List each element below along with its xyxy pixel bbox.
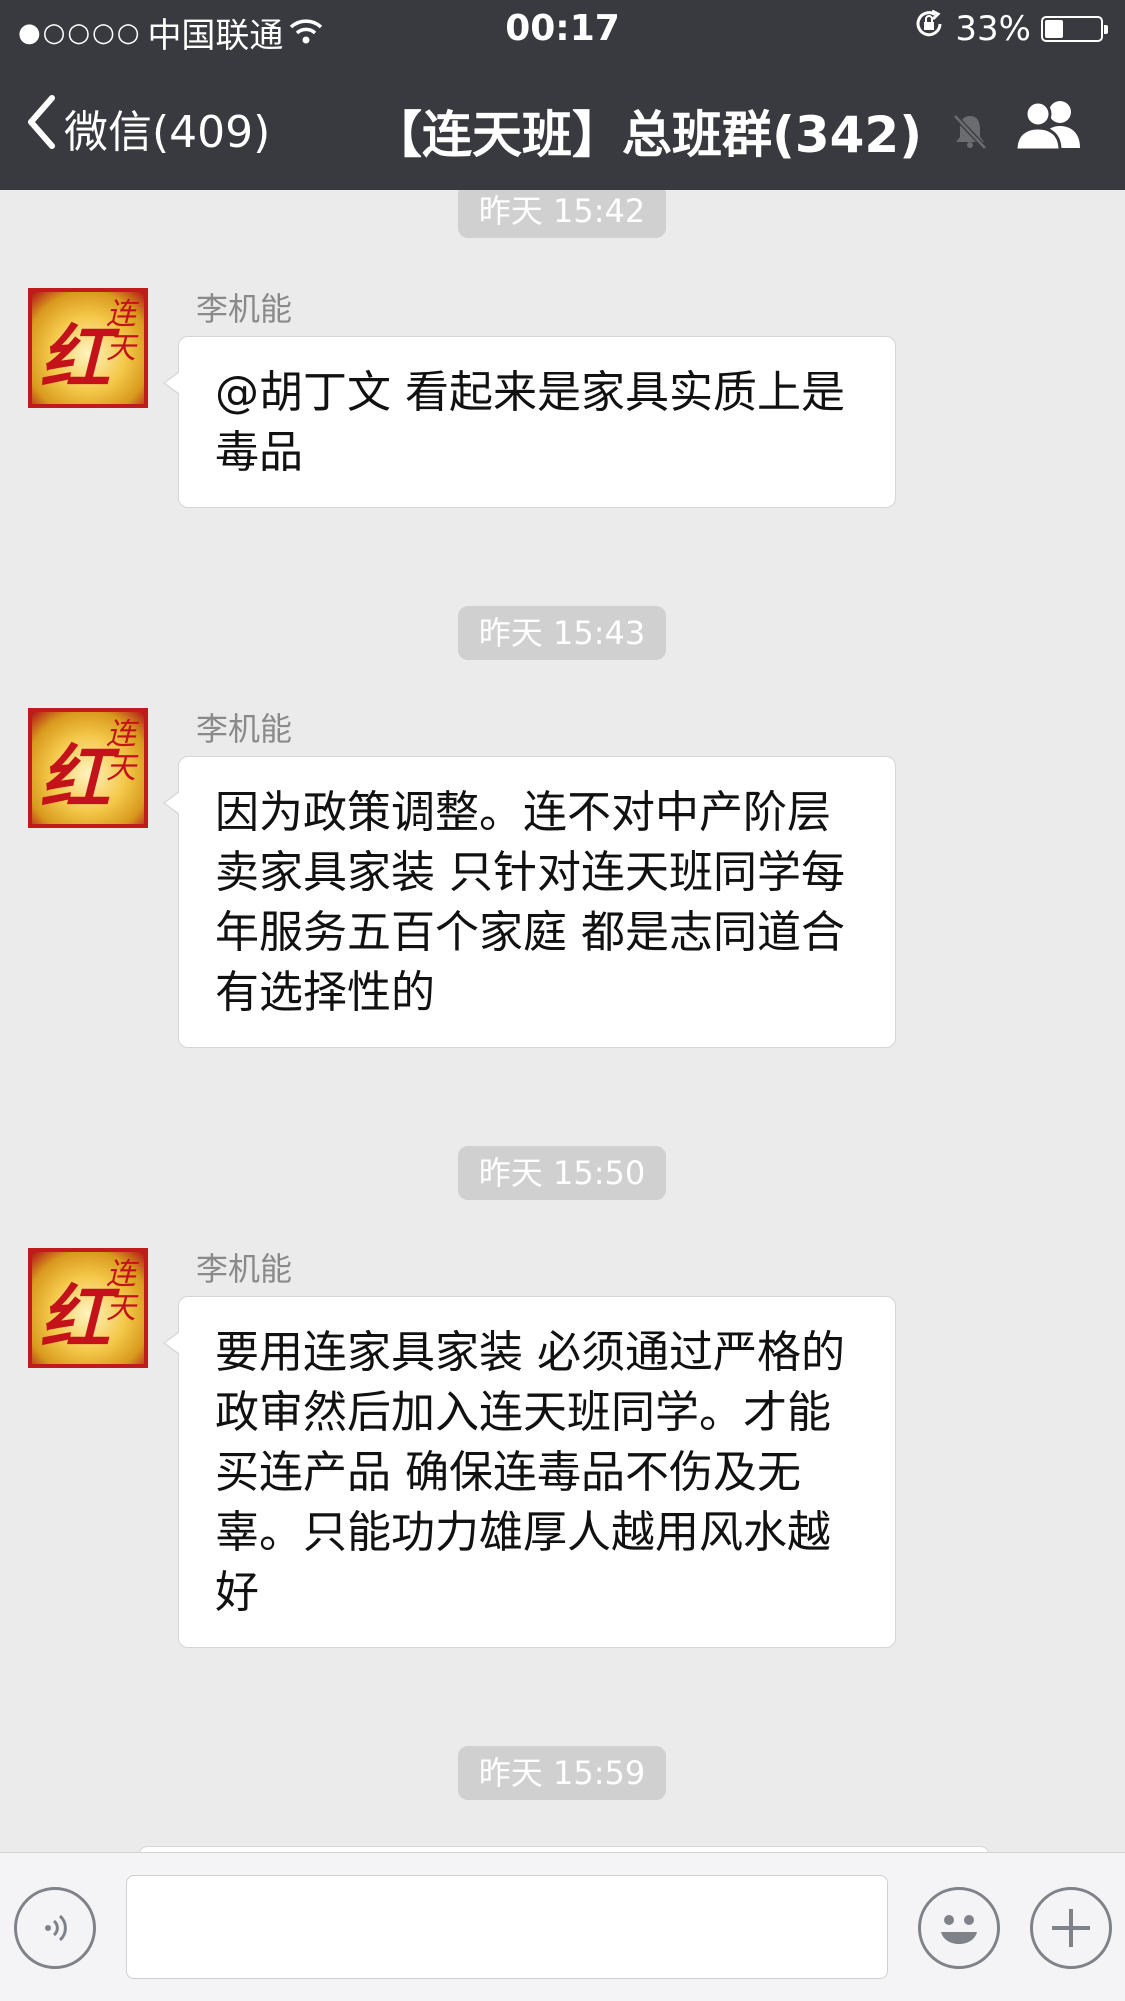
battery-fill xyxy=(1045,19,1063,38)
sender-name: 李机能 xyxy=(196,290,293,328)
sender-name: 李机能 xyxy=(196,1250,293,1288)
timestamp: 昨天 15:42 xyxy=(458,190,666,238)
timestamp: 昨天 15:43 xyxy=(458,606,666,660)
message-bubble[interactable]: 因为政策调整。连不对中产阶层卖家具家装 只针对连天班同学每年服务五百个家庭 都是… xyxy=(163,756,896,1048)
chevron-left-icon xyxy=(26,95,56,160)
status-bar: ●○○○○ 中国联通 00:17 33% xyxy=(0,0,1125,60)
voice-icon xyxy=(17,1890,93,1966)
message-bubble[interactable]: 要用连家具家装 必须通过严格的政审然后加入连天班同学。才能买连产品 确保连毒品不… xyxy=(163,1296,896,1648)
mute-bell-icon xyxy=(952,112,988,154)
avatar[interactable]: 红 连天 xyxy=(28,708,148,828)
status-right: 33% xyxy=(913,8,1108,49)
nav-bar: 微信(409) 【连天班】总班群(342) xyxy=(0,60,1125,190)
chat-title: 【连天班】总班群(342) xyxy=(372,106,923,164)
chat-area[interactable]: 昨天 15:42 红 连天 李机能 @胡丁文 看起来是家具实质上是毒品 昨天 1… xyxy=(0,190,1125,1852)
avatar[interactable]: 红 连天 xyxy=(28,288,148,408)
timestamp: 昨天 15:50 xyxy=(458,1146,666,1200)
avatar-glyph: 红 xyxy=(40,1276,110,1359)
avatar-glyph: 红 xyxy=(40,316,110,399)
battery-icon xyxy=(1041,15,1108,42)
sender-name: 李机能 xyxy=(196,710,293,748)
group-members-icon[interactable] xyxy=(1014,96,1086,156)
avatar-glyph-side: 连天 xyxy=(106,717,136,786)
voice-button[interactable] xyxy=(14,1887,96,1969)
rotation-lock-icon xyxy=(913,8,945,49)
plus-icon xyxy=(1033,1890,1109,1966)
avatar-glyph-side: 连天 xyxy=(106,1257,136,1326)
back-label: 微信(409) xyxy=(64,106,271,158)
emoji-icon xyxy=(921,1890,997,1966)
avatar-glyph-side: 连天 xyxy=(106,297,136,366)
battery-percentage: 33% xyxy=(955,8,1031,49)
message-bubble[interactable]: @胡丁文 看起来是家具实质上是毒品 xyxy=(163,336,896,508)
plus-button[interactable] xyxy=(1030,1887,1112,1969)
avatar[interactable]: 红 连天 xyxy=(28,1248,148,1368)
back-button[interactable]: 微信(409) xyxy=(26,95,270,160)
emoji-button[interactable] xyxy=(918,1887,1000,1969)
input-bar xyxy=(0,1852,1125,2001)
timestamp: 昨天 15:59 xyxy=(458,1746,666,1800)
top-bar: ●○○○○ 中国联通 00:17 33% 微信(409) 【连天班】总班群(34… xyxy=(0,0,1125,190)
avatar-glyph: 红 xyxy=(40,736,110,819)
message-input[interactable] xyxy=(126,1875,888,1979)
